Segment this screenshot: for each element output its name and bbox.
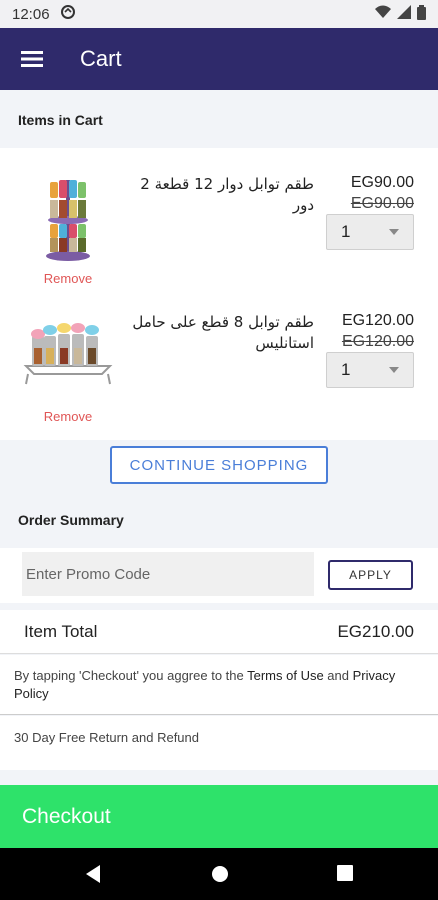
quantity-value: 1	[341, 360, 351, 379]
promo-row: APPLY	[0, 548, 438, 603]
promo-code-input[interactable]	[22, 552, 314, 596]
cart-list: Remove طقم توابل دوار 12 قطعة 2 دور EG90…	[0, 148, 438, 440]
remove-button[interactable]: Remove	[22, 409, 114, 424]
product-image[interactable]	[22, 304, 114, 396]
status-bar: 12:06	[0, 0, 438, 28]
page-title: Cart	[80, 46, 122, 71]
remove-button[interactable]: Remove	[22, 271, 114, 286]
status-time: 12:06	[12, 5, 50, 23]
caret-down-icon	[389, 229, 399, 235]
checkout-button[interactable]: Checkout	[0, 785, 438, 848]
caret-down-icon	[389, 367, 399, 373]
items-in-cart-heading: Items in Cart	[0, 90, 438, 148]
signal-icon	[397, 5, 411, 23]
terms-prefix: By tapping 'Checkout' you aggree to the	[14, 668, 248, 683]
cart-item: Remove طقم توابل دوار 12 قطعة 2 دور EG90…	[0, 148, 438, 288]
home-icon[interactable]	[210, 864, 230, 889]
product-image[interactable]	[22, 172, 114, 264]
item-total-value: EG210.00	[337, 621, 414, 641]
refund-policy[interactable]: 30 Day Free Return and Refund	[0, 716, 438, 770]
product-name[interactable]: طقم توابل دوار 12 قطعة 2 دور	[124, 174, 314, 216]
quantity-value: 1	[341, 222, 351, 241]
terms-of-use-link[interactable]: Terms of Use	[247, 668, 324, 683]
cart-item: Remove طقم توابل 8 قطع على حامل استانليس…	[0, 288, 438, 428]
product-old-price: EG120.00	[341, 333, 414, 350]
product-price: EG90.00	[350, 174, 414, 191]
order-summary-heading: Order Summary	[0, 500, 438, 540]
item-total-row: Item Total EG210.00	[0, 610, 438, 654]
back-icon[interactable]	[84, 864, 102, 889]
quantity-select[interactable]: 1	[326, 214, 414, 250]
recents-icon[interactable]	[336, 864, 354, 887]
continue-shopping-button[interactable]: CONTINUE SHOPPING	[110, 446, 328, 484]
item-total-label: Item Total	[24, 621, 98, 641]
data-saver-icon	[60, 4, 76, 24]
quantity-select[interactable]: 1	[326, 352, 414, 388]
menu-icon[interactable]	[0, 28, 64, 90]
app-bar: Cart	[0, 28, 438, 90]
system-nav-bar	[0, 848, 438, 900]
wifi-icon	[375, 5, 391, 23]
terms-middle: and	[323, 668, 353, 683]
product-name[interactable]: طقم توابل 8 قطع على حامل استانليس	[124, 312, 314, 354]
terms-notice: By tapping 'Checkout' you aggree to the …	[0, 655, 438, 715]
battery-icon	[417, 4, 426, 24]
product-price: EG120.00	[341, 312, 414, 329]
apply-button[interactable]: APPLY	[328, 560, 413, 590]
product-old-price: EG90.00	[350, 195, 414, 212]
